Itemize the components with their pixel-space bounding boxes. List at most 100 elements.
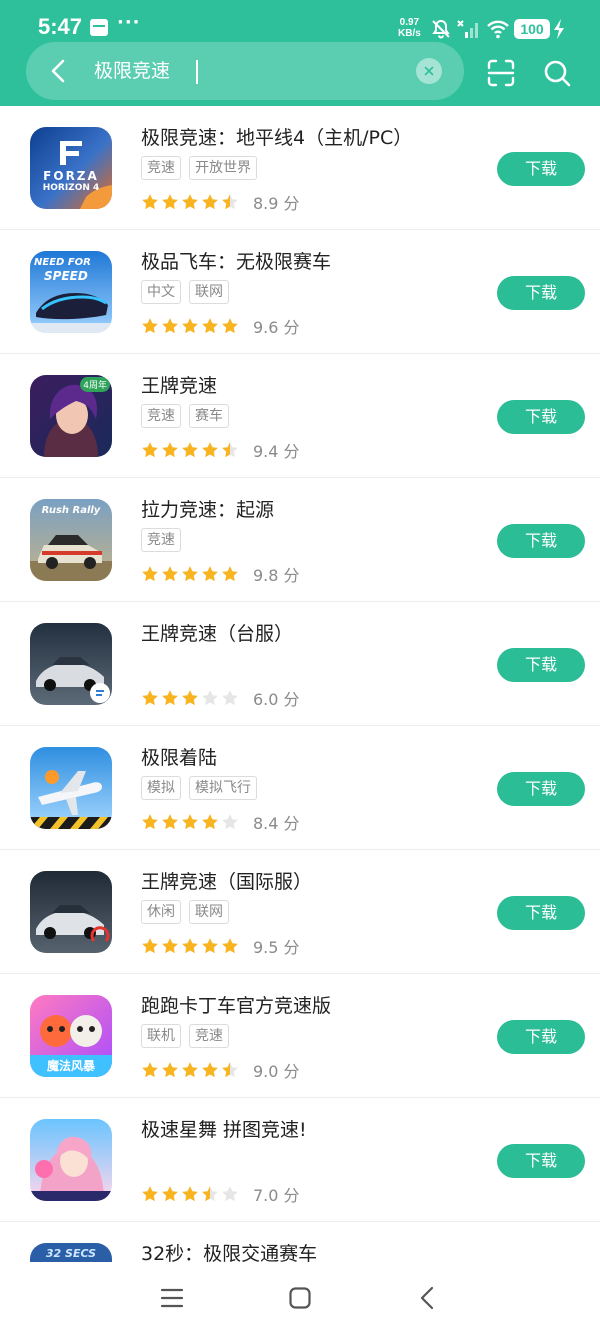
app-name[interactable]: 跑跑卡丁车官方竞速版 (141, 991, 331, 1018)
ace-racer-global-icon[interactable] (30, 871, 112, 953)
search-input[interactable]: 极限竞速 (94, 56, 170, 86)
list-item[interactable]: NEED FOR SPEED 极品飞车：无极限赛车 中文 联网 9.6 分 下载 (0, 230, 600, 354)
airplane-icon[interactable] (30, 747, 112, 829)
ace-racer-tw-icon[interactable] (30, 623, 112, 705)
forza-horizon-icon[interactable]: FORZA HORIZON 4 (30, 127, 112, 209)
app-rating: 9.8 分 (141, 562, 300, 585)
app-name[interactable]: 王牌竞速 (141, 371, 217, 398)
download-button[interactable]: 下载 (497, 524, 585, 558)
list-item[interactable]: 极速星舞 拼图竞速! 7.0 分 下载 (0, 1098, 600, 1222)
app-tags: 联机 竞速 (141, 1024, 237, 1048)
download-button[interactable]: 下载 (497, 1020, 585, 1054)
app-tags: 模拟 模拟飞行 (141, 776, 265, 800)
list-item[interactable]: 王牌竞速（国际服） 休闲 联网 9.5 分 下载 (0, 850, 600, 974)
app-tag[interactable]: 竞速 (141, 528, 181, 552)
star-filled-row (141, 565, 241, 583)
scan-icon[interactable] (486, 58, 516, 88)
app-tag[interactable]: 休闲 (141, 900, 181, 924)
download-button[interactable]: 下载 (497, 152, 585, 186)
clear-search-button[interactable] (416, 58, 442, 84)
app-name[interactable]: 32秒：极限交通赛车 (141, 1239, 317, 1262)
app-tag[interactable]: 联网 (189, 280, 229, 304)
bell-muted-icon (432, 19, 450, 39)
download-button[interactable]: 下载 (497, 1144, 585, 1178)
status-bar: 5:47 ··· 0.97 KB/s 100 (0, 0, 600, 42)
home-square-icon[interactable] (288, 1286, 312, 1310)
app-name[interactable]: 王牌竞速（台服） (141, 619, 293, 646)
app-tag[interactable]: 模拟飞行 (189, 776, 257, 800)
close-icon (424, 66, 434, 76)
calendar-icon (90, 19, 108, 36)
star-filled-row (141, 441, 230, 459)
app-score: 9.4 分 (253, 442, 300, 461)
app-tags: 竞速 (141, 528, 189, 552)
app-tag[interactable]: 竞速 (141, 156, 181, 180)
app-tag[interactable]: 开放世界 (189, 156, 257, 180)
app-rating: 9.5 分 (141, 934, 300, 957)
star-filled-row (141, 689, 201, 707)
download-button[interactable]: 下载 (497, 772, 585, 806)
app-tag[interactable]: 竞速 (189, 1024, 229, 1048)
search-bar[interactable]: 极限竞速 (26, 42, 464, 100)
app-name[interactable]: 极品飞车：无极限赛车 (141, 247, 331, 274)
kart-banner: 魔法风暴 (46, 1059, 95, 1073)
app-name[interactable]: 王牌竞速（国际服） (141, 867, 312, 894)
app-name[interactable]: 极限着陆 (141, 743, 217, 770)
app-tags: 休闲 联网 (141, 900, 237, 924)
list-item[interactable]: 32 SECS 32秒：极限交通赛车 (0, 1222, 600, 1262)
list-item[interactable]: FORZA HORIZON 4 极限竞速：地平线4（主机/PC） 竞速 开放世界 … (0, 106, 600, 230)
system-nav-bar (0, 1262, 600, 1333)
list-item[interactable]: 4周年 王牌竞速 竞速 赛车 9.4 分 下载 (0, 354, 600, 478)
download-button[interactable]: 下载 (497, 400, 585, 434)
kartrider-icon[interactable]: 魔法风暴 (30, 995, 112, 1077)
menu-icon[interactable] (160, 1286, 184, 1310)
list-item[interactable]: Rush Rally 拉力竞速：起源 竞速 9.8 分 下载 (0, 478, 600, 602)
download-button[interactable]: 下载 (497, 896, 585, 930)
list-item[interactable]: 王牌竞速（台服） 6.0 分 下载 (0, 602, 600, 726)
app-rating: 9.6 分 (141, 314, 300, 337)
app-tag[interactable]: 联网 (189, 900, 229, 924)
app-name[interactable]: 拉力竞速：起源 (141, 495, 274, 522)
nfs-logo-top: NEED FOR (34, 257, 91, 268)
need-for-speed-icon[interactable]: NEED FOR SPEED (30, 251, 112, 333)
search-icon[interactable] (542, 58, 572, 88)
star-rating-icon (141, 441, 241, 459)
forza-logo-top: FORZA (43, 169, 99, 183)
star-filled-row (141, 937, 241, 955)
anniversary-badge: 4周年 (80, 377, 110, 392)
star-rating-icon (141, 565, 241, 583)
app-tag[interactable]: 联机 (141, 1024, 181, 1048)
charging-icon (554, 19, 564, 39)
app-tag[interactable]: 竞速 (141, 404, 181, 428)
rush-rally-logo: Rush Rally (41, 505, 101, 516)
app-score: 9.6 分 (253, 318, 300, 337)
network-speed-value: 0.97 (399, 17, 420, 28)
network-speed: 0.97 KB/s (398, 17, 421, 39)
star-rating-icon (141, 317, 241, 335)
star-filled-row (141, 813, 221, 831)
app-tag[interactable]: 赛车 (189, 404, 229, 428)
nfs-logo-bottom: SPEED (44, 269, 88, 283)
rush-rally-icon[interactable]: Rush Rally (30, 499, 112, 581)
star-rating-icon (141, 689, 241, 707)
app-score: 9.0 分 (253, 1062, 300, 1081)
battery-level: 100 (514, 19, 550, 39)
list-item[interactable]: 极限着陆 模拟 模拟飞行 8.4 分 下载 (0, 726, 600, 850)
app-score: 8.4 分 (253, 814, 300, 833)
app-name[interactable]: 极速星舞 拼图竞速! (141, 1115, 307, 1142)
32-secs-icon[interactable]: 32 SECS (30, 1243, 112, 1262)
app-name[interactable]: 极限竞速：地平线4（主机/PC） (141, 123, 412, 150)
signal-icon (457, 20, 478, 38)
anime-girl-icon[interactable] (30, 1119, 112, 1201)
download-button[interactable]: 下载 (497, 648, 585, 682)
search-results-list[interactable]: FORZA HORIZON 4 极限竞速：地平线4（主机/PC） 竞速 开放世界 … (0, 106, 600, 1262)
app-rating: 9.0 分 (141, 1058, 300, 1081)
back-icon[interactable] (416, 1286, 440, 1310)
list-item[interactable]: 魔法风暴 跑跑卡丁车官方竞速版 联机 竞速 9.0 分 下载 (0, 974, 600, 1098)
ace-racer-icon[interactable]: 4周年 (30, 375, 112, 457)
back-arrow-icon[interactable] (44, 56, 74, 86)
app-tag[interactable]: 中文 (141, 280, 181, 304)
app-score: 9.5 分 (253, 938, 300, 957)
app-tag[interactable]: 模拟 (141, 776, 181, 800)
download-button[interactable]: 下载 (497, 276, 585, 310)
